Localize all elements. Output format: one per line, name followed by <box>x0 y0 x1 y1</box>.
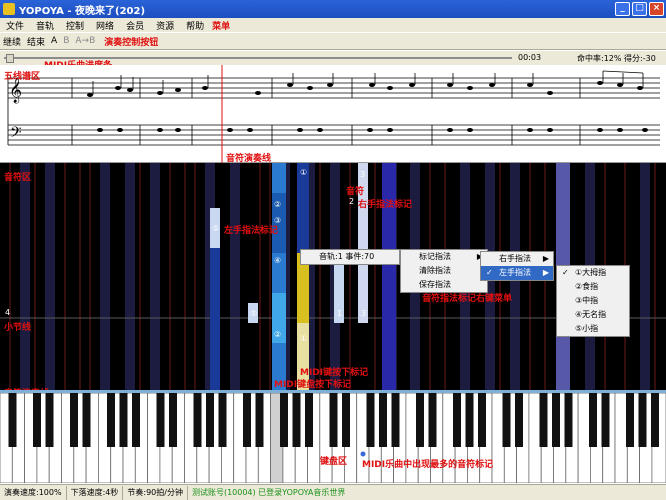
staff-area: 𝄞 𝄢 <box>0 65 666 163</box>
finger-label-5: ⑤ <box>212 224 219 233</box>
piano-keyboard <box>0 390 666 483</box>
menu-bar: 文件 音轨 控制 网络 会员 资源 帮助 菜单 <box>0 18 666 32</box>
menu-track[interactable]: 音轨 <box>30 19 60 32</box>
mark-finger-label: 标记指法 <box>419 252 451 261</box>
left-hand-annotation: 左手指法标记 <box>224 226 279 236</box>
menu-member[interactable]: 会员 <box>120 19 150 32</box>
right-hand-label: 右手指法 <box>499 254 531 263</box>
ab-loop-button[interactable]: A→B <box>72 36 98 46</box>
menu-resources[interactable]: 资源 <box>150 19 180 32</box>
menu-item-thumb[interactable]: ✓ ①大拇指 <box>557 266 629 280</box>
most-note-annotation: MIDI乐曲中出现最多的音符标记 <box>362 460 494 470</box>
window-title: YOPOYA - 夜晚来了(202) <box>19 5 146 17</box>
menu-control[interactable]: 控制 <box>60 19 90 32</box>
menu-item-save-finger[interactable]: 保存指法 <box>401 278 487 292</box>
menu-item-clear-finger[interactable]: 清除指法 <box>401 264 487 278</box>
close-button[interactable]: × <box>649 2 664 16</box>
finger-label-5b: ⑤ <box>250 309 257 318</box>
context-menu-level1: 标记指法▶ 清除指法 保存指法 <box>400 249 488 293</box>
note-area-annotation: 音符区 <box>4 173 32 183</box>
finger-label-4: ④ <box>274 256 281 265</box>
menu-network[interactable]: 网络 <box>90 19 120 32</box>
keyboard-svg <box>0 393 666 483</box>
menu-item-track-info[interactable]: 音轨:1 事件:70 <box>301 250 399 264</box>
end-button[interactable]: 结束 <box>24 35 48 48</box>
menu-file[interactable]: 文件 <box>0 19 30 32</box>
elapsed-time: 00:03 <box>518 53 542 62</box>
check-icon: ✓ <box>562 268 569 277</box>
b-button[interactable]: B <box>60 36 72 46</box>
finger-label-2: ② <box>274 200 281 209</box>
submenu-arrow-icon: ▶ <box>542 254 549 263</box>
most-frequent-note-marker <box>360 451 366 457</box>
thumb-label: ①大拇指 <box>575 268 607 277</box>
finger-label-2b: ② <box>274 330 281 339</box>
bass-clef-icon: 𝄢 <box>10 124 22 145</box>
midi-keyhit-annotation: MIDI键盘按下标记 <box>274 380 352 390</box>
menu-item-pinky[interactable]: ⑤小指 <box>557 322 629 336</box>
note-label-1: 1 <box>337 309 342 318</box>
note-label-2: 2 <box>349 197 354 206</box>
user-status: 测试账号(10004) 已登录YOPOYA音乐世界 <box>191 487 346 497</box>
note-annotation: 音符 <box>346 187 365 197</box>
finger-label-1: ① <box>300 168 307 177</box>
note-label-3: 3 <box>360 170 365 179</box>
context-menu-level3: ✓ ①大拇指 ②食指 ③中指 ④无名指 ⑤小指 <box>556 265 630 337</box>
finger-label-1b: ① <box>300 334 307 343</box>
menu-item-left-hand[interactable]: ✓ 左手指法 ▶ <box>481 266 553 280</box>
tempo[interactable]: 节奏:90拍/分钟 <box>123 485 188 500</box>
menu-annotation: 菜单 <box>212 21 231 32</box>
title-bar: YOPOYA - 夜晚来了(202) _ □ × <box>0 0 666 18</box>
keyboard-annotation: 键盘区 <box>320 457 348 467</box>
menu-item-middle[interactable]: ③中指 <box>557 294 629 308</box>
maximize-button[interactable]: □ <box>632 2 647 16</box>
check-icon: ✓ <box>486 268 493 277</box>
note-label-3b: 3 <box>361 309 366 318</box>
treble-notes <box>87 81 643 97</box>
fall-speed[interactable]: 下落速度:4秒 <box>67 485 124 500</box>
context-menu-level2: 右手指法 ▶ ✓ 左手指法 ▶ <box>480 251 554 281</box>
toolbar: 继续 结束 A B A→B 演奏控制按钮 <box>0 32 666 50</box>
measure-annotation: 小节线 <box>4 323 32 333</box>
app-icon <box>3 3 15 15</box>
right-hand-annotation: 右手指法标记 <box>358 200 413 210</box>
context-menu-track: 音轨:1 事件:70 <box>300 249 400 265</box>
status-bar: 演奏速度:100% 下落速度:4秒 节奏:90拍/分钟 测试账号(10004) … <box>0 484 666 500</box>
score-readout: 命中率:12% 得分:-30 <box>577 54 656 63</box>
minimize-button[interactable]: _ <box>615 2 630 16</box>
menu-item-right-hand[interactable]: 右手指法 ▶ <box>481 252 553 266</box>
left-hand-label: 左手指法 <box>499 268 531 277</box>
progress-thumb[interactable] <box>6 54 14 63</box>
menu-item-ring[interactable]: ④无名指 <box>557 308 629 322</box>
a-button[interactable]: A <box>48 36 60 46</box>
submenu-arrow-icon: ▶ <box>542 268 549 277</box>
menu-item-index[interactable]: ②食指 <box>557 280 629 294</box>
staff-svg: 𝄞 𝄢 <box>7 65 660 163</box>
toolbar-annotation: 演奏控制按钮 <box>104 37 159 48</box>
continue-button[interactable]: 继续 <box>0 35 24 48</box>
measure-number: 4 <box>5 308 10 317</box>
staff-annotation: 五线谱区 <box>4 72 41 82</box>
menu-item-mark-finger[interactable]: 标记指法▶ <box>401 250 487 264</box>
menu-help[interactable]: 帮助 <box>180 19 210 32</box>
play-speed[interactable]: 演奏速度:100% <box>0 485 67 500</box>
